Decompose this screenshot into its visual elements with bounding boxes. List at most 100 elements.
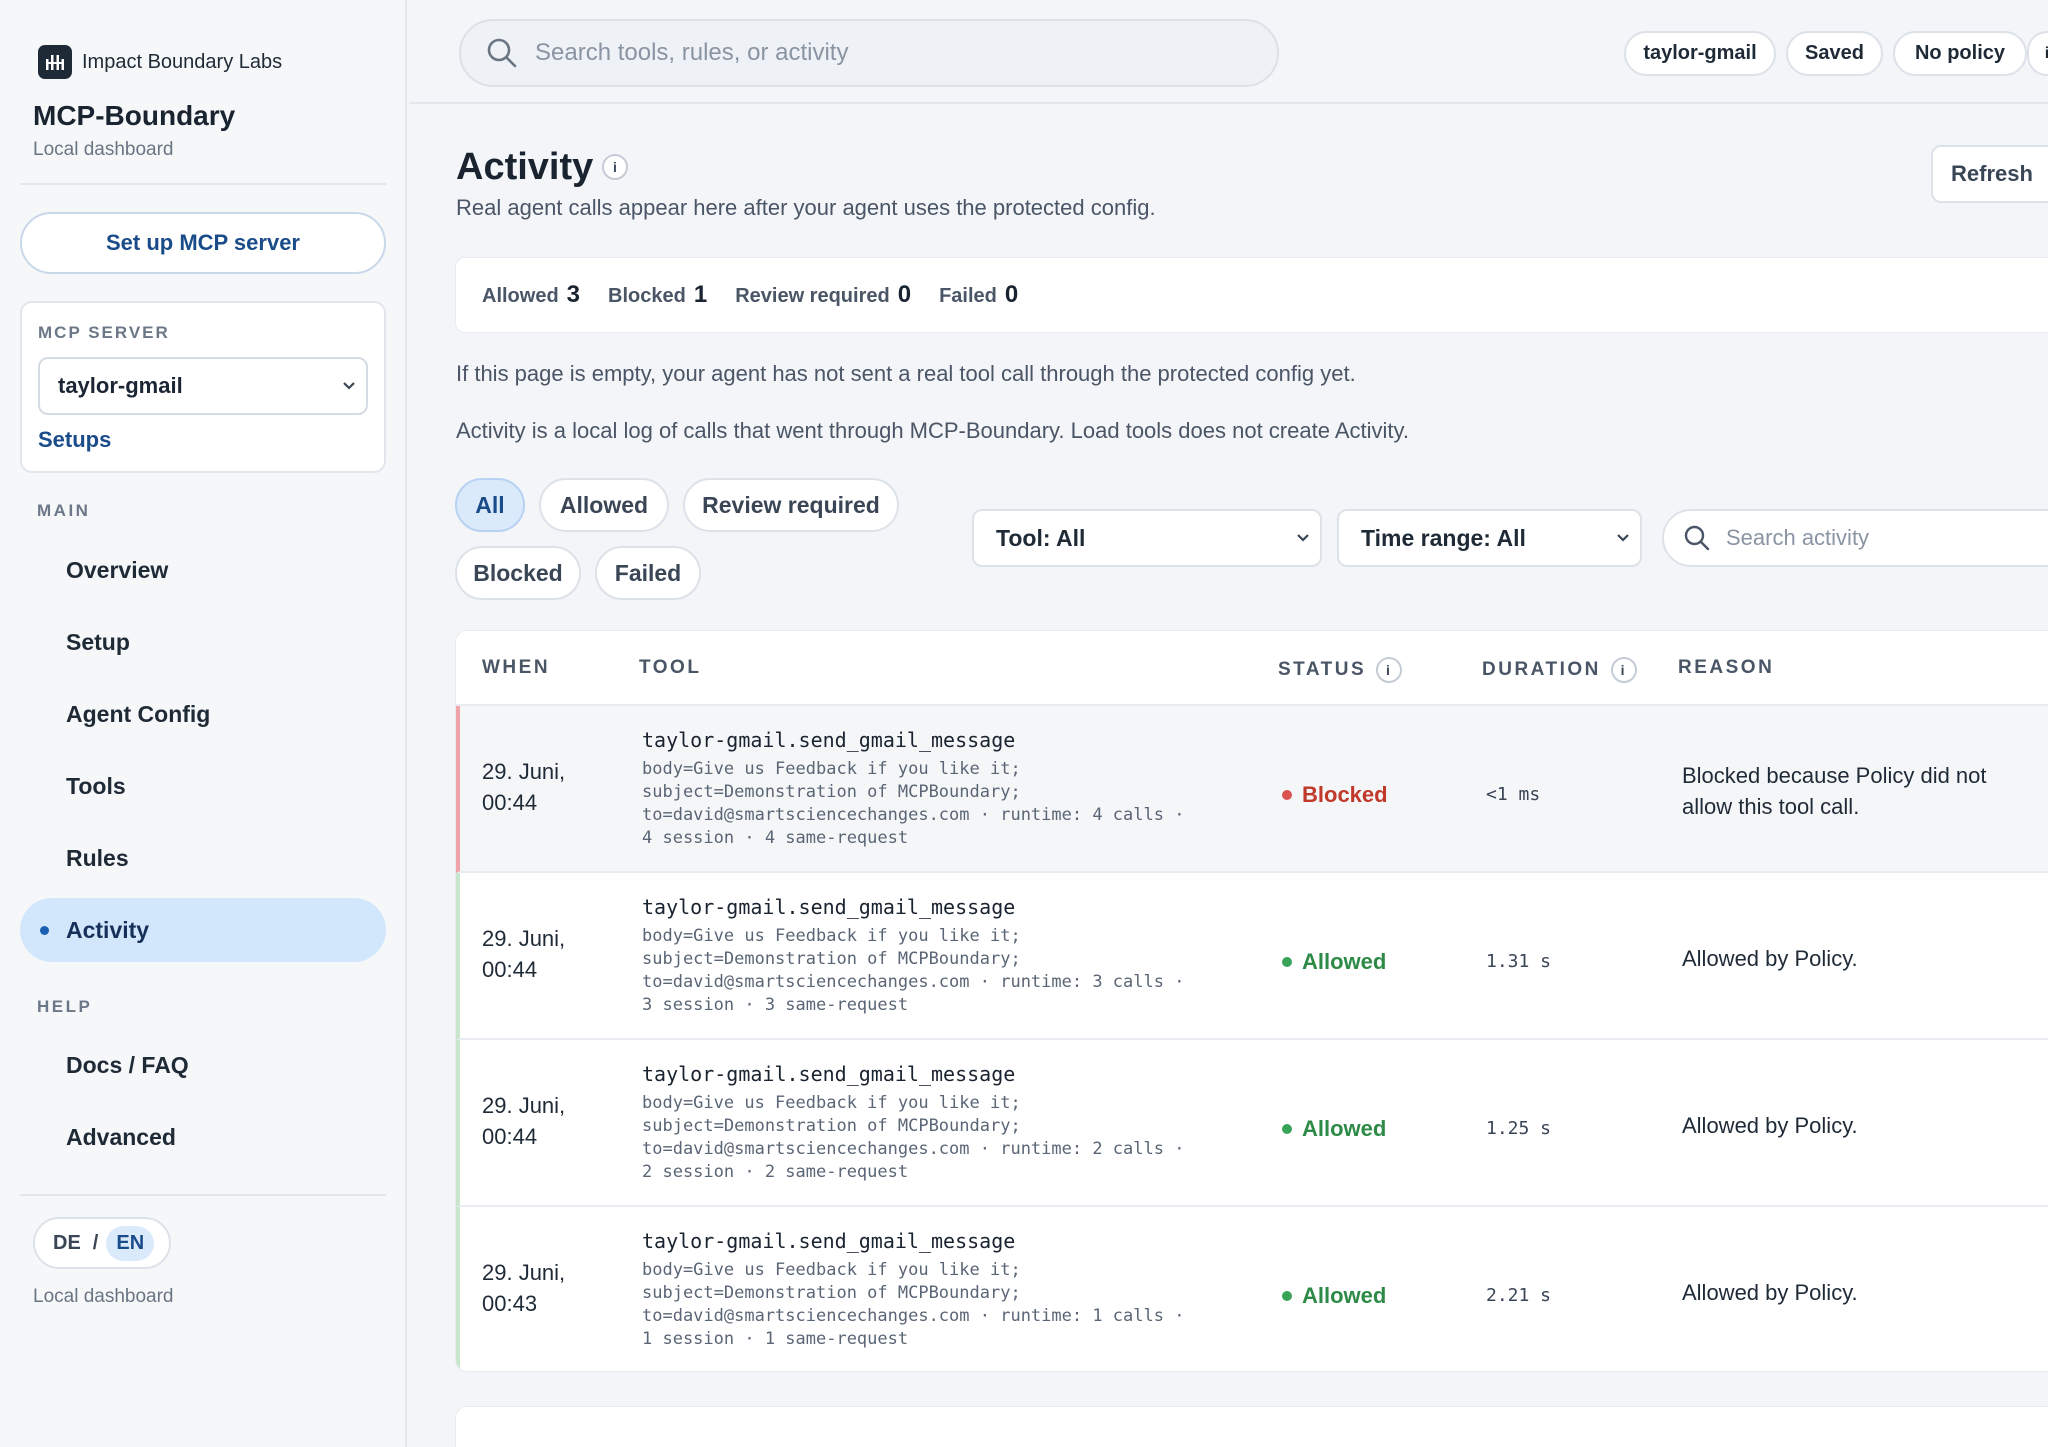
time-range-value: Time range: All [1361,524,1526,551]
tool-dropdown[interactable]: Tool: All [972,509,1322,567]
policy-pill[interactable]: No policy [1893,31,2027,76]
lang-separator: / [92,1231,99,1254]
stat-allowed: Allowed 3 [482,281,581,308]
setups-link[interactable]: Setups [38,427,111,453]
mcp-server-selected: taylor-gmail [58,373,183,398]
empty-note: If this page is empty, your agent has no… [456,361,1356,386]
search-icon [1684,525,1710,551]
tool-detail: body=Give us Feedback if you like it; sub… [642,1260,1185,1349]
tool-detail: body=Give us Feedback if you like it; sub… [642,926,1185,1015]
activity-search[interactable] [1662,509,2048,567]
nav-heading-help: HELP [37,997,93,1016]
activity-search-input[interactable] [1726,525,2026,551]
column-header-when: WHEN [482,657,551,678]
info-icon[interactable]: i [602,154,628,180]
activity-table: WHEN TOOL STATUS i DURATION i REASON 29.… [455,630,2048,1372]
sidebar-item-activity[interactable]: Activity [20,898,386,962]
cell-tool: taylor-gmail.send_gmail_message body=Giv… [642,1062,1232,1184]
cell-reason: Allowed by Policy. [1682,1280,1858,1305]
sidebar-item-tools[interactable]: Tools [20,754,386,818]
stat-review-required: Review required 0 [735,281,912,308]
cell-tool: taylor-gmail.send_gmail_message body=Giv… [642,1229,1232,1351]
language-switcher: DE / EN [33,1217,171,1269]
lang-de[interactable]: DE [53,1232,81,1255]
setup-mcp-server-button[interactable]: Set up MCP server [20,212,386,274]
cell-when: 29. Juni, 00:44 [482,1093,566,1149]
nav-heading-main: MAIN [37,501,91,520]
tool-name: taylor-gmail.send_gmail_message [642,895,1016,919]
filter-all[interactable]: All [455,478,525,532]
sidebar-item-agent-config[interactable]: Agent Config [20,682,386,746]
filter-allowed[interactable]: Allowed [539,478,669,532]
brand-name: Impact Boundary Labs [82,50,283,73]
sidebar: Impact Boundary Labs MCP-Boundary Local … [0,0,407,1447]
mcp-server-select[interactable]: taylor-gmail [38,357,368,415]
status-dot [1282,790,1292,800]
filter-review-required[interactable]: Review required [683,478,899,532]
cell-reason: Allowed by Policy. [1682,1113,1858,1138]
brand: Impact Boundary Labs [38,45,282,79]
time-range-dropdown[interactable]: Time range: All [1337,509,1642,567]
tool-dropdown-value: Tool: All [996,524,1086,551]
column-header-duration: DURATION i [1482,657,1637,683]
status-dot [1282,957,1292,967]
app-title: MCP-Boundary [33,100,236,131]
refresh-button[interactable]: Refresh [1931,145,2048,203]
column-header-label: DURATION [1482,659,1601,680]
sidebar-item-rules[interactable]: Rules [20,826,386,890]
cell-when: 29. Juni, 00:44 [482,759,566,815]
sidebar-item-label: Activity [66,916,150,943]
info-icon[interactable]: i [1610,657,1637,683]
sidebar-footer: Local dashboard [33,1286,174,1307]
filter-blocked[interactable]: Blocked [455,546,581,600]
cell-tool: taylor-gmail.send_gmail_message body=Giv… [642,895,1232,1017]
table-row[interactable]: 29. Juni, 00:44 taylor-gmail.send_gmail_m… [456,1040,2048,1207]
status-badge: Blocked [1282,782,1388,808]
cell-when: 29. Juni, 00:43 [482,1260,566,1316]
cell-reason: Allowed by Policy. [1682,946,1858,971]
table-row[interactable]: 29. Juni, 00:44 taylor-gmail.send_gmail_m… [456,706,2048,873]
page-title: Activity [456,146,594,188]
cell-duration: 1.25 s [1486,1118,1552,1139]
chevron-down-icon [1297,534,1309,542]
column-header-status: STATUS i [1278,657,1403,683]
server-pill[interactable]: taylor-gmail [1624,31,1776,76]
tool-name: taylor-gmail.send_gmail_message [642,728,1016,752]
active-dot [40,925,49,935]
status-badge: Allowed [1282,949,1386,975]
table-row[interactable]: 29. Juni, 00:44 taylor-gmail.send_gmail_m… [456,873,2048,1040]
tool-name: taylor-gmail.send_gmail_message [642,1229,1016,1253]
sidebar-item-docs-faq[interactable]: Docs / FAQ [20,1033,386,1097]
table-row[interactable]: 29. Juni, 00:43 taylor-gmail.send_gmail_m… [456,1207,2048,1371]
stat-blocked: Blocked 1 [608,281,708,308]
sidebar-item-setup[interactable]: Setup [20,610,386,674]
sidebar-item-advanced[interactable]: Advanced [20,1105,386,1169]
cell-when: 29. Juni, 00:44 [482,926,566,982]
mcp-server-label: MCP SERVER [38,323,170,342]
stat-failed: Failed 0 [939,281,1019,308]
divider [20,1194,386,1196]
stats-bar: Allowed 3 Blocked 1 Review required 0 Faile… [455,257,2048,333]
topbar-info-button[interactable]: i [2027,31,2048,76]
cell-tool: taylor-gmail.send_gmail_message body=Giv… [642,728,1232,850]
global-search[interactable] [459,19,1279,87]
status-dot [1282,1291,1292,1301]
top-bar: taylor-gmail Saved No policy i [409,0,2048,104]
status-badge: Allowed [1282,1116,1386,1142]
sidebar-item-overview[interactable]: Overview [20,538,386,602]
column-header-label: STATUS [1278,659,1367,680]
cell-duration: 2.21 s [1486,1285,1552,1306]
global-search-input[interactable] [535,39,1235,67]
activity-note: Activity is a local log of calls that we… [456,418,1409,443]
column-header-tool: TOOL [639,657,702,678]
filter-failed[interactable]: Failed [595,546,701,600]
info-icon[interactable]: i [1376,657,1403,683]
status-badge: Allowed [1282,1283,1386,1309]
saved-pill[interactable]: Saved [1786,31,1883,76]
cell-duration: <1 ms [1486,784,1541,805]
tool-detail: body=Give us Feedback if you like it; sub… [642,759,1185,848]
lang-en[interactable]: EN [106,1225,155,1261]
status-dot [1282,1124,1292,1134]
page-subtitle: Real agent calls appear here after your … [456,195,1156,220]
tool-detail: body=Give us Feedback if you like it; sub… [642,1093,1185,1182]
